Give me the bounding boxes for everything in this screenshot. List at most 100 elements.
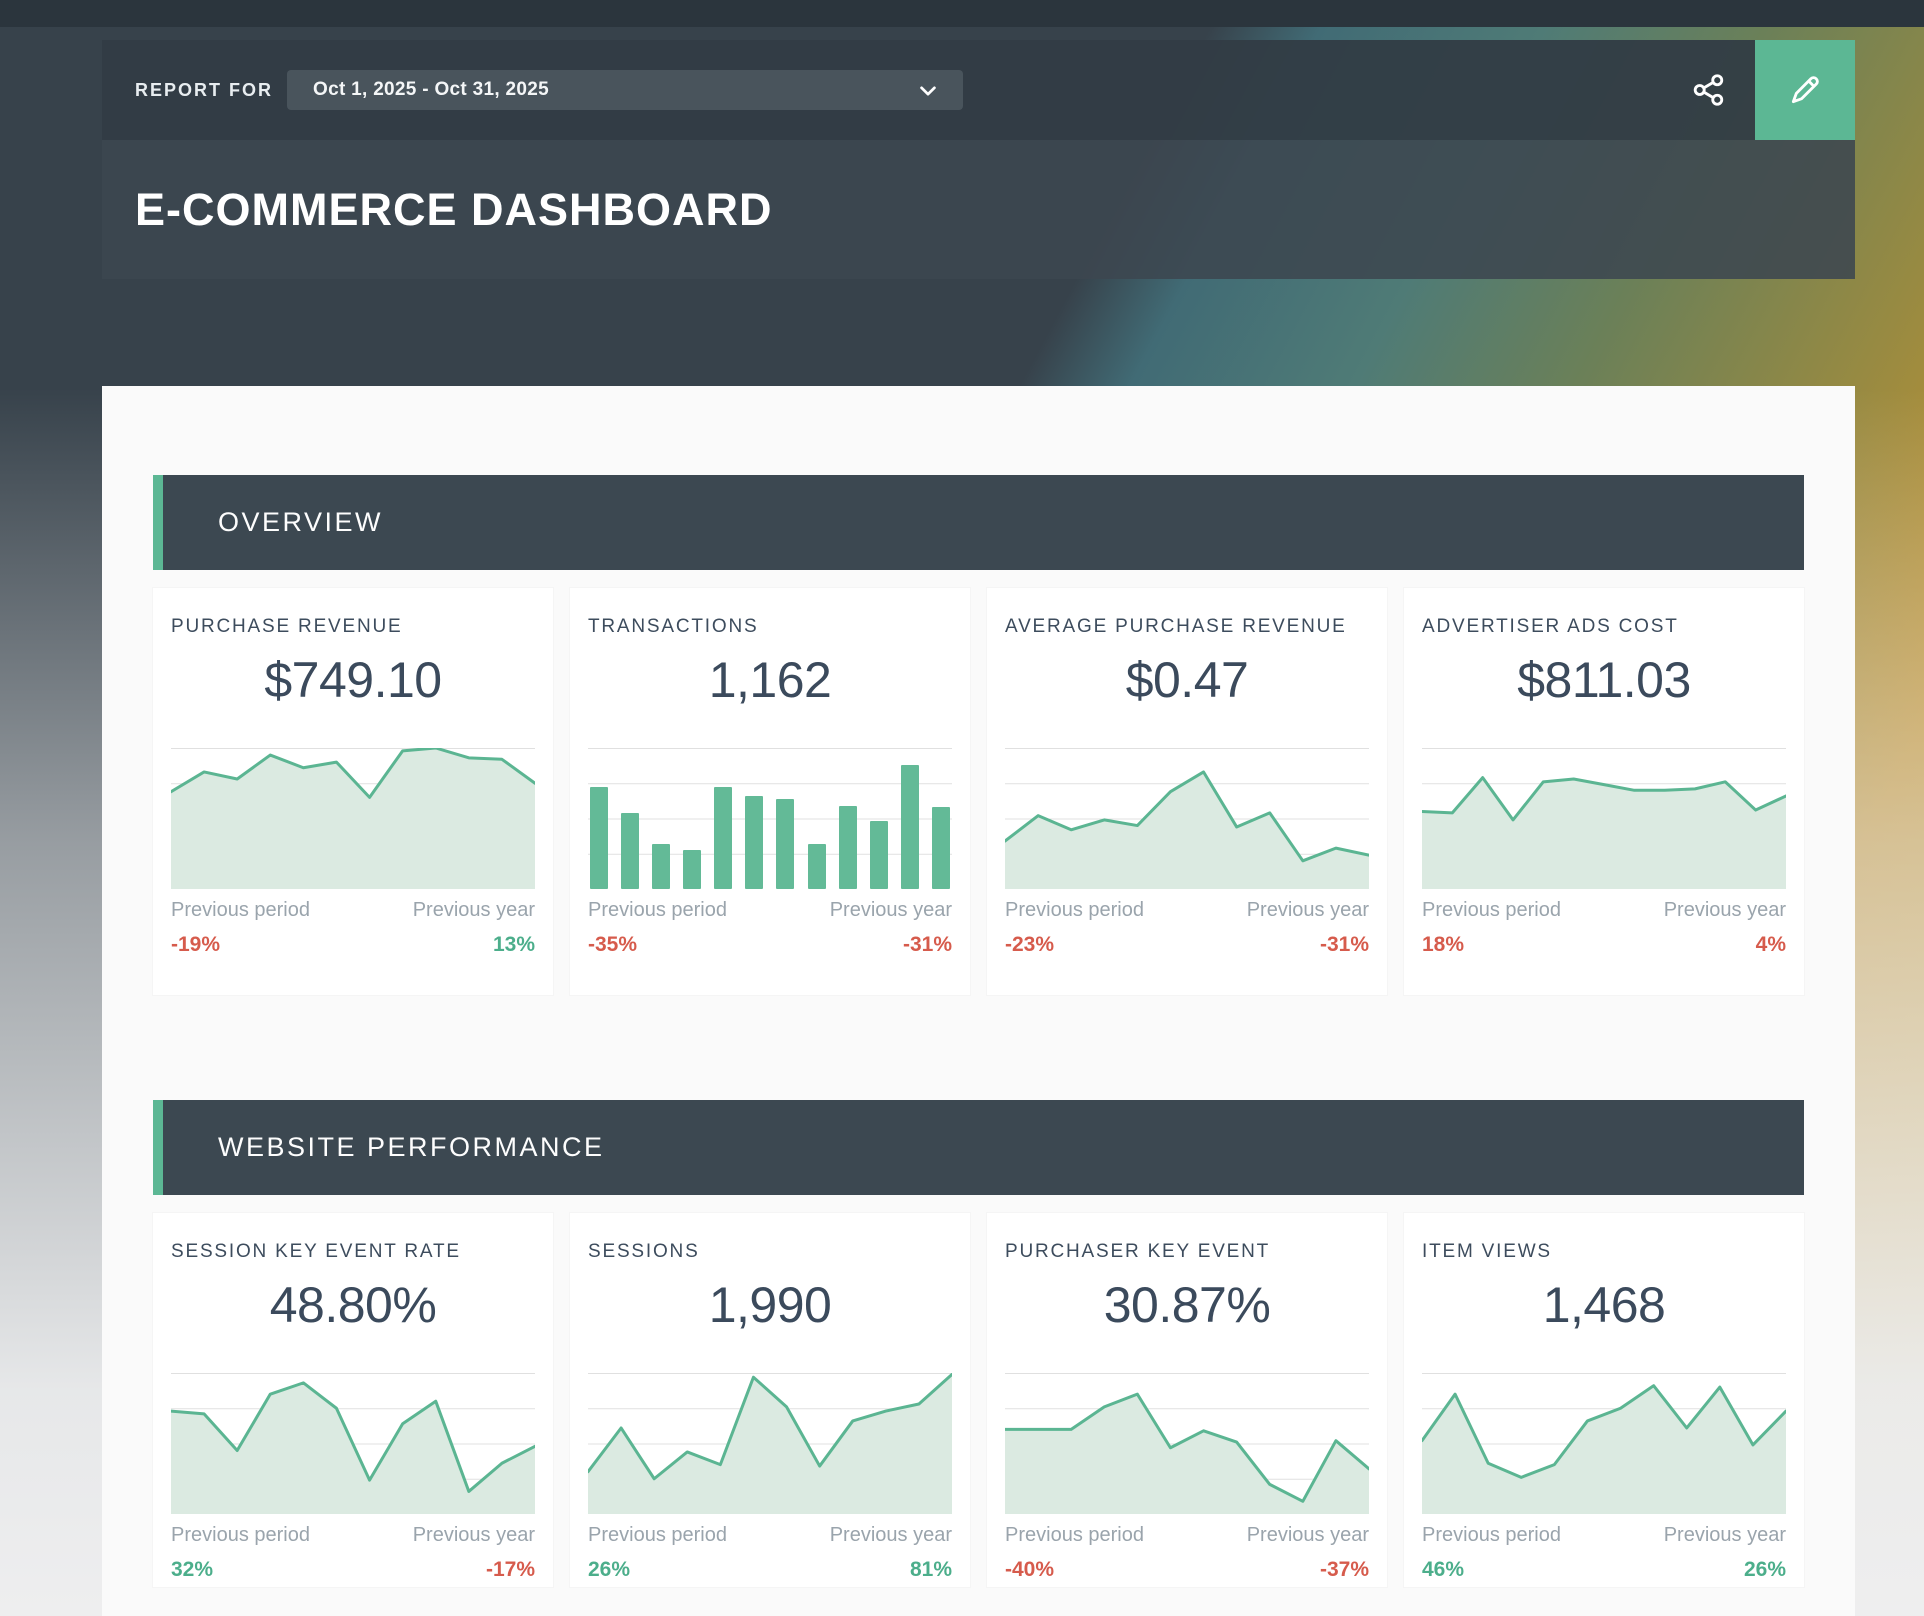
chart-plot	[1422, 748, 1786, 889]
chart-plot	[171, 1373, 535, 1514]
sparkline-chart	[588, 1373, 952, 1514]
previous-period-label: Previous period	[1005, 898, 1144, 922]
compare-labels: Previous period Previous year	[1422, 1523, 1786, 1547]
previous-year-label: Previous year	[1664, 1523, 1786, 1547]
metric-card: PURCHASE REVENUE $749.10 Previous period…	[153, 588, 553, 995]
sparkline-chart	[1005, 1373, 1369, 1514]
share-button[interactable]	[1663, 40, 1755, 140]
report-for-label: REPORT FOR	[135, 80, 273, 101]
previous-period-value: 46%	[1422, 1557, 1464, 1583]
sparkline-chart	[1422, 748, 1786, 889]
bar	[590, 787, 608, 889]
section-header-website-performance: WEBSITE PERFORMANCE	[153, 1100, 1804, 1195]
sparkline-chart	[588, 748, 952, 889]
section-overview: OVERVIEW PURCHASE REVENUE $749.10 Previo…	[153, 475, 1804, 995]
metric-card: SESSION KEY EVENT RATE 48.80% Previous p…	[153, 1213, 553, 1587]
previous-period-value: -19%	[171, 932, 220, 958]
chart-plot	[588, 748, 952, 889]
previous-year-label: Previous year	[1247, 1523, 1369, 1547]
sparkline-area	[1005, 748, 1369, 889]
section-website-performance: WEBSITE PERFORMANCE SESSION KEY EVENT RA…	[153, 1100, 1804, 1587]
bar	[745, 796, 763, 889]
previous-period-value: -40%	[1005, 1557, 1054, 1583]
report-toolbar: REPORT FOR Oct 1, 2025 - Oct 31, 2025	[102, 40, 1855, 140]
compare-labels: Previous period Previous year	[171, 898, 535, 922]
previous-year-value: 26%	[1744, 1557, 1786, 1583]
metric-card: PURCHASER KEY EVENT 30.87% Previous peri…	[987, 1213, 1387, 1587]
pencil-icon	[1785, 70, 1825, 110]
compare-labels: Previous period Previous year	[1422, 898, 1786, 922]
bar	[901, 765, 919, 889]
previous-period-label: Previous period	[588, 1523, 727, 1547]
metric-value: 1,468	[1422, 1278, 1786, 1332]
bar	[714, 787, 732, 889]
sparkline-area	[1005, 1373, 1369, 1514]
chart-plot	[1422, 1373, 1786, 1514]
chart-plot	[171, 748, 535, 889]
metric-title: AVERAGE PURCHASE REVENUE	[1005, 615, 1369, 639]
previous-year-value: 81%	[910, 1557, 952, 1583]
sparkline-chart	[1422, 1373, 1786, 1514]
dashboard-frame: REPORT FOR Oct 1, 2025 - Oct 31, 2025 E-…	[102, 40, 1855, 1616]
chart-plot	[1005, 1373, 1369, 1514]
previous-year-label: Previous year	[1664, 898, 1786, 922]
date-range-value: Oct 1, 2025 - Oct 31, 2025	[313, 79, 549, 101]
metric-title: PURCHASE REVENUE	[171, 615, 535, 639]
chevron-down-icon	[917, 80, 939, 102]
compare-values: 18% 4%	[1422, 932, 1786, 958]
previous-period-value: 32%	[171, 1557, 213, 1583]
previous-period-label: Previous period	[1422, 1523, 1561, 1547]
compare-values: 26% 81%	[588, 1557, 952, 1583]
sparkline-chart	[171, 1373, 535, 1514]
bar	[932, 807, 950, 889]
previous-period-label: Previous period	[1005, 1523, 1144, 1547]
bar	[621, 813, 639, 889]
previous-year-value: 13%	[493, 932, 535, 958]
compare-labels: Previous period Previous year	[171, 1523, 535, 1547]
metric-title: SESSION KEY EVENT RATE	[171, 1240, 535, 1264]
previous-period-value: 26%	[588, 1557, 630, 1583]
compare-values: -19% 13%	[171, 932, 535, 958]
previous-period-value: -35%	[588, 932, 637, 958]
previous-period-label: Previous period	[588, 898, 727, 922]
overview-cards: PURCHASE REVENUE $749.10 Previous period…	[153, 588, 1804, 995]
bar	[808, 844, 826, 889]
previous-period-label: Previous period	[171, 898, 310, 922]
compare-labels: Previous period Previous year	[588, 898, 952, 922]
chart-plot	[588, 1373, 952, 1514]
compare-labels: Previous period Previous year	[1005, 1523, 1369, 1547]
compare-values: -40% -37%	[1005, 1557, 1369, 1583]
metric-title: SESSIONS	[588, 1240, 952, 1264]
metric-card: ITEM VIEWS 1,468 Previous period Previou…	[1404, 1213, 1804, 1587]
compare-labels: Previous period Previous year	[1005, 898, 1369, 922]
sparkline-chart	[171, 748, 535, 889]
compare-values: 46% 26%	[1422, 1557, 1786, 1583]
bar	[870, 821, 888, 889]
metric-card: ADVERTISER ADS COST $811.03 Previous per…	[1404, 588, 1804, 995]
previous-year-label: Previous year	[830, 1523, 952, 1547]
dashboard-header: E-COMMERCE DASHBOARD	[102, 140, 1855, 279]
metric-value: $749.10	[171, 653, 535, 707]
page-title: E-COMMERCE DASHBOARD	[135, 184, 773, 236]
edit-button[interactable]	[1755, 40, 1855, 140]
previous-year-label: Previous year	[1247, 898, 1369, 922]
previous-period-label: Previous period	[171, 1523, 310, 1547]
sparkline-area	[588, 1373, 952, 1514]
metric-value: $0.47	[1005, 653, 1369, 707]
metric-title: PURCHASER KEY EVENT	[1005, 1240, 1369, 1264]
metric-title: TRANSACTIONS	[588, 615, 952, 639]
section-header-overview: OVERVIEW	[153, 475, 1804, 570]
bar	[776, 799, 794, 889]
date-range-dropdown[interactable]: Oct 1, 2025 - Oct 31, 2025	[287, 70, 963, 110]
sparkline-area	[1422, 1373, 1786, 1514]
previous-period-value: -23%	[1005, 932, 1054, 958]
metric-value: 1,162	[588, 653, 952, 707]
previous-year-label: Previous year	[413, 1523, 535, 1547]
compare-values: -35% -31%	[588, 932, 952, 958]
website-performance-cards: SESSION KEY EVENT RATE 48.80% Previous p…	[153, 1213, 1804, 1587]
sparkline-area	[171, 1373, 535, 1514]
previous-year-value: 4%	[1756, 932, 1786, 958]
metric-title: ITEM VIEWS	[1422, 1240, 1786, 1264]
metric-card: AVERAGE PURCHASE REVENUE $0.47 Previous …	[987, 588, 1387, 995]
compare-values: 32% -17%	[171, 1557, 535, 1583]
